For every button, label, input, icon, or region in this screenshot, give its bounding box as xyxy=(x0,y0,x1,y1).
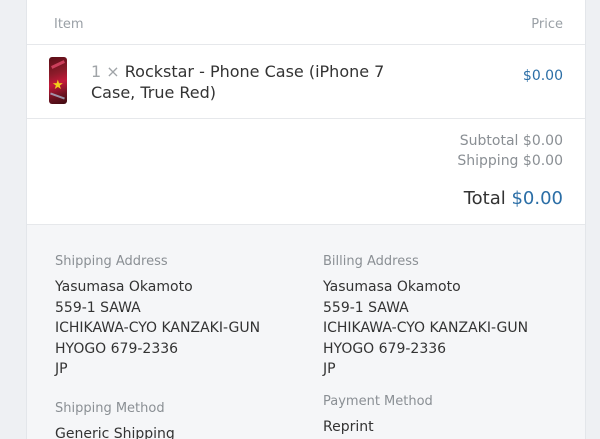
shipping-method-block: Shipping Method Generic Shipping xyxy=(55,401,175,439)
order-totals: Subtotal $0.00 Shipping $0.00 Total $0.0… xyxy=(27,118,585,225)
shipping-address-line: JP xyxy=(55,361,68,377)
shipping-line: Shipping $0.00 xyxy=(457,153,563,169)
line-item-price: $0.00 xyxy=(522,68,563,84)
subtotal-label: Subtotal xyxy=(459,133,519,149)
billing-address-line: 559-1 SAWA xyxy=(323,299,409,316)
payment-method-label: Payment Method xyxy=(323,394,433,409)
line-item-description: 1 × Rockstar - Phone Case (iPhone 7 Case… xyxy=(91,61,391,103)
billing-address-line: HYOGO 679-2336 xyxy=(323,340,447,357)
price-column-header: Price xyxy=(531,17,563,32)
line-item-quantity: 1 × xyxy=(91,62,120,81)
shipping-method-label: Shipping Method xyxy=(55,401,165,416)
shipping-value: $0.00 xyxy=(522,153,563,169)
thumbnail-streak xyxy=(51,60,65,69)
billing-address-line: JP xyxy=(323,361,336,377)
subtotal-line: Subtotal $0.00 xyxy=(460,133,563,149)
billing-address-label: Billing Address xyxy=(323,254,419,269)
payment-method-block: Payment Method Reprint xyxy=(323,394,433,438)
shipping-address-block: Shipping Address Yasumasa Okamoto 559-1 … xyxy=(55,254,260,380)
shipping-address-line: Yasumasa Okamoto xyxy=(55,279,193,295)
billing-address-line: ICHIKAWA-CYO KANZAKI-GUN xyxy=(323,320,529,336)
phone-case-thumbnail-icon: ★ xyxy=(49,57,67,104)
star-icon: ★ xyxy=(52,78,64,93)
shipping-address-line: ICHIKAWA-CYO KANZAKI-GUN xyxy=(55,320,261,336)
subtotal-value: $0.00 xyxy=(522,133,563,149)
line-item-name: Rockstar - Phone Case (iPhone 7 Case, Tr… xyxy=(91,62,385,102)
billing-address-line: Yasumasa Okamoto xyxy=(323,279,461,295)
shipping-method-value: Generic Shipping xyxy=(55,426,175,439)
shipping-address-line: HYOGO 679-2336 xyxy=(55,340,179,357)
total-label: Total xyxy=(463,188,506,209)
shipping-address-line: 559-1 SAWA xyxy=(55,299,141,316)
billing-address-block: Billing Address Yasumasa Okamoto 559-1 S… xyxy=(323,254,528,380)
items-table-header: Item Price xyxy=(27,0,585,45)
order-summary-card: Item Price ★ 1 × Rockstar - Phone Case (… xyxy=(26,0,586,439)
shipping-address-label: Shipping Address xyxy=(55,254,168,269)
shipping-label: Shipping xyxy=(457,153,519,169)
total-value: $0.00 xyxy=(511,188,563,209)
thumbnail-streak xyxy=(50,92,65,100)
payment-method-value: Reprint xyxy=(323,419,374,435)
total-line: Total $0.00 xyxy=(464,188,563,209)
line-item-row: ★ 1 × Rockstar - Phone Case (iPhone 7 Ca… xyxy=(27,44,585,119)
customer-info-panel: Shipping Address Yasumasa Okamoto 559-1 … xyxy=(27,225,585,439)
item-column-header: Item xyxy=(54,17,84,32)
